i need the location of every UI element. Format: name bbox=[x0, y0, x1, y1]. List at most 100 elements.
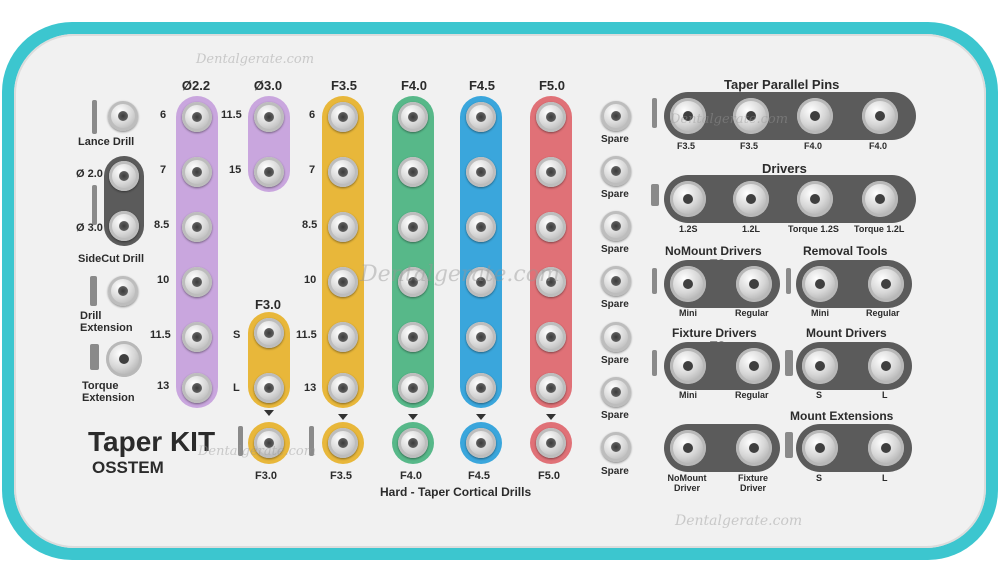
mount-ext-title: Mount Extensions bbox=[790, 409, 894, 423]
nomount-ts-regular-well[interactable] bbox=[736, 266, 772, 302]
d22-well[interactable] bbox=[182, 212, 212, 242]
mount-driver-icon bbox=[785, 350, 793, 376]
nomount-ts-mini-well[interactable] bbox=[670, 266, 706, 302]
f35-well[interactable] bbox=[328, 102, 358, 132]
f30-well[interactable] bbox=[254, 318, 284, 348]
fixture-driver-label: Fixture Driver bbox=[737, 473, 768, 493]
nomount-driver-label: NoMount Driver bbox=[667, 473, 707, 493]
f35-drill-strip bbox=[322, 96, 364, 408]
fixture-title: Fixture Drivers bbox=[672, 326, 757, 340]
kit-title: Taper KIT bbox=[88, 426, 216, 457]
spare-well[interactable] bbox=[601, 101, 631, 131]
cortical-f45-well[interactable] bbox=[466, 428, 496, 458]
pins-title: Taper Parallel Pins bbox=[724, 77, 840, 92]
cortical-f35-well[interactable] bbox=[328, 428, 358, 458]
removal-mini-well[interactable] bbox=[802, 266, 838, 302]
f30-well[interactable] bbox=[254, 373, 284, 403]
driver-well[interactable] bbox=[670, 181, 706, 217]
driver-icon bbox=[651, 184, 659, 206]
drill-extension-icon bbox=[90, 276, 97, 306]
cortical-label: F4.5 bbox=[468, 470, 491, 482]
f40-well[interactable] bbox=[398, 212, 428, 242]
col-header-f30: F3.0 bbox=[254, 297, 281, 312]
driver-well[interactable] bbox=[733, 181, 769, 217]
fixture-driver-icon bbox=[652, 350, 657, 376]
spare-well[interactable] bbox=[601, 432, 631, 462]
f40-well[interactable] bbox=[398, 102, 428, 132]
f40-well[interactable] bbox=[398, 373, 428, 403]
d22-well[interactable] bbox=[182, 373, 212, 403]
driver-label: Torque 1.2S bbox=[788, 224, 839, 234]
f45-well[interactable] bbox=[466, 102, 496, 132]
ss-nomount-well[interactable] bbox=[670, 430, 706, 466]
d22-well[interactable] bbox=[182, 102, 212, 132]
torque-extension-label: Torque Extension bbox=[82, 380, 135, 404]
f35-well[interactable] bbox=[328, 373, 358, 403]
fixture-ts-mini-well[interactable] bbox=[670, 348, 706, 384]
d30-well[interactable] bbox=[254, 157, 284, 187]
cortical-f40-well[interactable] bbox=[398, 428, 428, 458]
sidecut-3-0-well[interactable] bbox=[109, 211, 139, 241]
spare-well[interactable] bbox=[601, 377, 631, 407]
lance-drill-label: Lance Drill bbox=[78, 136, 135, 148]
f45-well[interactable] bbox=[466, 157, 496, 187]
driver-label: Torque 1.2L bbox=[854, 224, 905, 234]
pin-label: F3.5 bbox=[677, 141, 696, 151]
f35-well[interactable] bbox=[328, 322, 358, 352]
mount-driver-l-well[interactable] bbox=[868, 348, 904, 384]
torque-extension-well[interactable] bbox=[106, 341, 142, 377]
pin-well[interactable] bbox=[797, 98, 833, 134]
mount-driver-s-well[interactable] bbox=[802, 348, 838, 384]
ss-fixture-well[interactable] bbox=[736, 430, 772, 466]
mini-label: Mini bbox=[811, 308, 829, 318]
spare-well[interactable] bbox=[601, 322, 631, 352]
removal-regular-well[interactable] bbox=[868, 266, 904, 302]
lance-drill-icon bbox=[92, 100, 97, 134]
d22-well[interactable] bbox=[182, 157, 212, 187]
mini-label: Mini bbox=[679, 390, 697, 400]
f45-drill-strip bbox=[460, 96, 502, 408]
col-header-f50: F5.0 bbox=[538, 78, 565, 93]
d30-well[interactable] bbox=[254, 102, 284, 132]
f50-well[interactable] bbox=[536, 102, 566, 132]
f40-well[interactable] bbox=[398, 322, 428, 352]
f30-size-label: L bbox=[233, 382, 240, 394]
f50-well[interactable] bbox=[536, 157, 566, 187]
sidecut-2-0-well[interactable] bbox=[109, 161, 139, 191]
f35-well[interactable] bbox=[328, 157, 358, 187]
watermark: Dentalgerate.com bbox=[196, 52, 315, 67]
mount-ext-s-well[interactable] bbox=[802, 430, 838, 466]
lance-drill-well[interactable] bbox=[108, 101, 138, 131]
drill-extension-label: Drill Extension bbox=[80, 310, 133, 334]
spare-well[interactable] bbox=[601, 211, 631, 241]
col-header-d30: Ø3.0 bbox=[253, 78, 283, 93]
pin-well[interactable] bbox=[862, 98, 898, 134]
driver-well[interactable] bbox=[797, 181, 833, 217]
driver-well[interactable] bbox=[862, 181, 898, 217]
cortical-f50-well[interactable] bbox=[536, 428, 566, 458]
f45-well[interactable] bbox=[466, 322, 496, 352]
f50-well[interactable] bbox=[536, 373, 566, 403]
f45-well[interactable] bbox=[466, 212, 496, 242]
d22-well[interactable] bbox=[182, 267, 212, 297]
d20-label: Ø 2.0 bbox=[76, 168, 103, 180]
d30-label: Ø 3.0 bbox=[76, 222, 103, 234]
mount-ext-l-well[interactable] bbox=[868, 430, 904, 466]
f35-depth-label: 8.5 bbox=[302, 219, 318, 231]
f35-well[interactable] bbox=[328, 267, 358, 297]
fixture-ts-regular-well[interactable] bbox=[736, 348, 772, 384]
mini-label: Mini bbox=[679, 308, 697, 318]
regular-label: Regular bbox=[866, 308, 900, 318]
spare-label: Spare bbox=[601, 189, 629, 200]
f35-well[interactable] bbox=[328, 212, 358, 242]
f50-well[interactable] bbox=[536, 322, 566, 352]
arrow-down-icon bbox=[546, 414, 556, 420]
spare-well[interactable] bbox=[601, 266, 631, 296]
cortical-label: F3.0 bbox=[255, 470, 278, 482]
d22-well[interactable] bbox=[182, 322, 212, 352]
f40-well[interactable] bbox=[398, 157, 428, 187]
f45-well[interactable] bbox=[466, 373, 496, 403]
drill-extension-well[interactable] bbox=[108, 276, 138, 306]
spare-well[interactable] bbox=[601, 156, 631, 186]
f50-well[interactable] bbox=[536, 212, 566, 242]
